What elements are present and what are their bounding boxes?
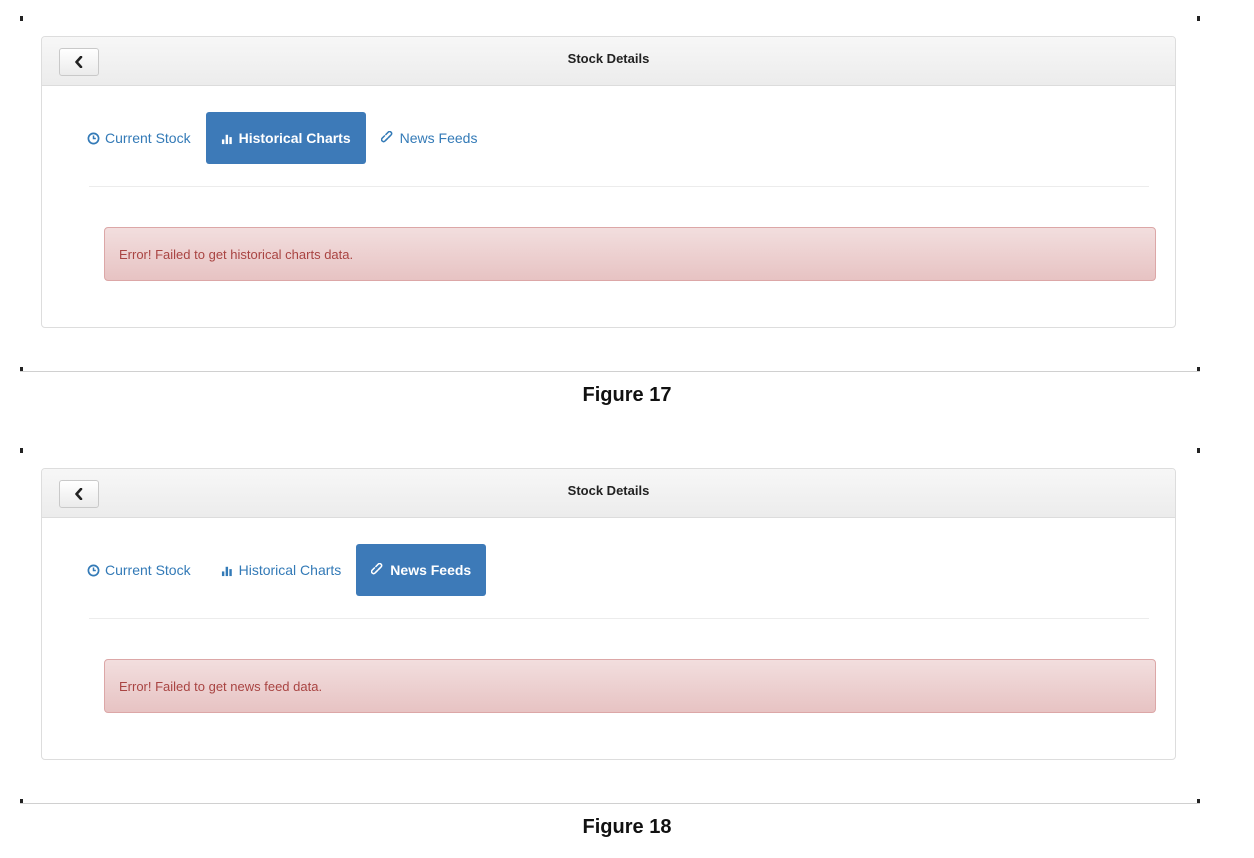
- tab-current-stock[interactable]: Current Stock: [72, 544, 206, 596]
- header-title: Stock Details: [567, 51, 650, 66]
- panel-header: Stock Details: [42, 37, 1175, 86]
- tab-news-feeds[interactable]: News Feeds: [366, 112, 493, 164]
- clock-icon: [87, 132, 100, 145]
- tab-bar: Current Stock Historical Charts News Fee…: [72, 544, 487, 596]
- tab-current-stock[interactable]: Current Stock: [72, 112, 206, 164]
- tab-label: News Feeds: [399, 130, 478, 146]
- clock-icon: [87, 564, 100, 577]
- figure-caption: Figure 18: [582, 816, 672, 838]
- error-alert: Error! Failed to get news feed data.: [104, 659, 1156, 713]
- tab-label: Current Stock: [105, 562, 191, 578]
- header-title: Stock Details: [567, 483, 650, 498]
- panel-header: Stock Details: [42, 469, 1175, 518]
- error-alert: Error! Failed to get historical charts d…: [104, 227, 1156, 281]
- stock-details-panel: Stock Details Current Stock Historical C…: [41, 36, 1176, 328]
- frame-corner: [20, 16, 23, 21]
- tab-label: Historical Charts: [238, 130, 351, 146]
- figure-caption: Figure 17: [582, 384, 672, 406]
- tab-bar: Current Stock Historical Charts News Fee…: [72, 112, 492, 164]
- divider: [89, 186, 1149, 187]
- tab-label: Current Stock: [105, 130, 191, 146]
- divider: [89, 618, 1149, 619]
- tab-news-feeds[interactable]: News Feeds: [356, 544, 487, 596]
- bar-chart-icon: [221, 564, 234, 577]
- screenshot-frame: Stock Details Current Stock Historical C…: [20, 448, 1200, 804]
- frame-corner: [20, 448, 23, 453]
- tab-label: News Feeds: [390, 562, 472, 578]
- frame-corner: [1197, 448, 1200, 453]
- link-icon: [371, 563, 385, 577]
- bar-chart-icon: [221, 132, 234, 145]
- tab-label: Historical Charts: [238, 562, 342, 578]
- stock-details-panel: Stock Details Current Stock Historical C…: [41, 468, 1176, 760]
- screenshot-frame: Stock Details Current Stock Historical C…: [20, 16, 1200, 372]
- frame-bottom-line: [20, 803, 1200, 804]
- tab-historical-charts[interactable]: Historical Charts: [205, 112, 366, 164]
- frame-bottom-line: [20, 371, 1200, 372]
- frame-corner: [1197, 16, 1200, 21]
- tab-historical-charts[interactable]: Historical Charts: [206, 544, 357, 596]
- link-icon: [380, 131, 395, 145]
